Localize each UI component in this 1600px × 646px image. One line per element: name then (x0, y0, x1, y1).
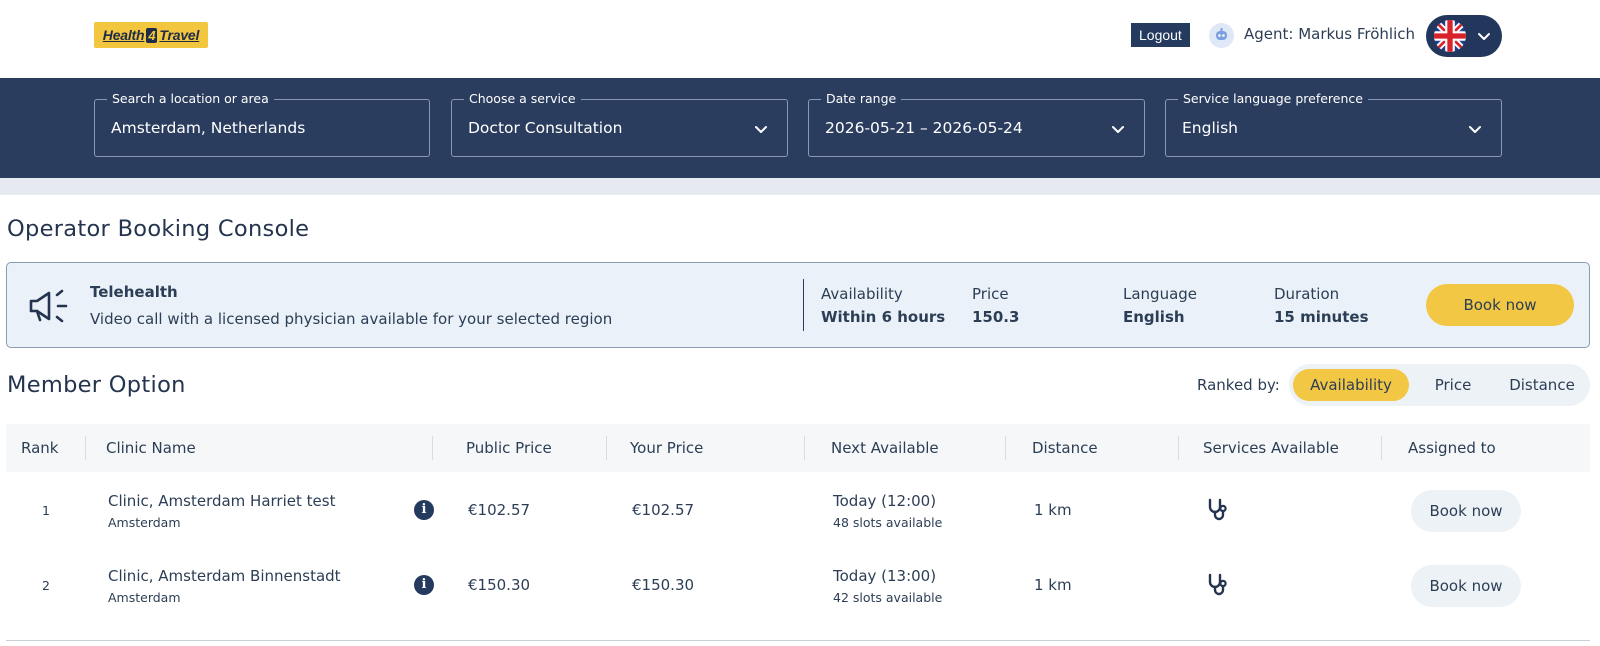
duration-value: 15 minutes (1274, 308, 1369, 326)
search-bar: Search a location or area Amsterdam, Net… (0, 78, 1600, 178)
clinic-name: Clinic, Amsterdam Binnenstadt (108, 567, 341, 585)
health4travel-logo[interactable]: Health 4 Travel (94, 22, 208, 48)
megaphone-icon (29, 289, 68, 323)
table-header: Rank Clinic Name Public Price Your Price… (6, 424, 1590, 472)
column-divider (432, 436, 433, 460)
column-header-distance[interactable]: Distance (1032, 439, 1098, 457)
service-select[interactable]: Choose a service Doctor Consultation (451, 91, 788, 157)
price-label: Price (972, 285, 1009, 303)
slots-available: 42 slots available (833, 590, 943, 605)
your-price: €102.57 (632, 501, 695, 519)
telehealth-book-now-button[interactable]: Book now (1426, 284, 1574, 326)
book-now-button[interactable]: Book now (1411, 490, 1521, 532)
logo-text-four: 4 (146, 27, 158, 43)
logout-button[interactable]: Logout (1131, 23, 1190, 47)
rank-by-availability[interactable]: Availability (1293, 369, 1409, 401)
duration-label: Duration (1274, 285, 1340, 303)
price-stat: Price 150.3 (972, 285, 1019, 326)
clinic-city: Amsterdam (108, 515, 181, 530)
top-header: Health 4 Travel Logout Agent: Markus Fröhl… (0, 0, 1600, 78)
service-label: Choose a service (464, 91, 581, 106)
info-icon[interactable]: i (414, 500, 434, 520)
column-header-clinic-name[interactable]: Clinic Name (106, 439, 196, 457)
rank-cell: 2 (42, 578, 50, 593)
date-range-value: 2026-05-21 – 2026-05-24 (825, 119, 1023, 137)
duration-stat: Duration 15 minutes (1274, 285, 1369, 326)
uk-flag-icon (1434, 20, 1466, 52)
location-search-input[interactable]: Search a location or area Amsterdam, Net… (94, 91, 430, 157)
column-header-services-available[interactable]: Services Available (1203, 439, 1339, 457)
stethoscope-icon (1208, 498, 1227, 521)
availability-value: Within 6 hours (821, 308, 946, 326)
column-header-assigned-to[interactable]: Assigned to (1408, 439, 1496, 457)
column-header-public-price[interactable]: Public Price (466, 439, 552, 457)
column-divider (1005, 436, 1006, 460)
date-range-label: Date range (821, 91, 902, 106)
rank-cell: 1 (42, 503, 50, 518)
column-divider (1381, 436, 1382, 460)
chevron-down-icon (1112, 126, 1124, 133)
column-header-next-available[interactable]: Next Available (831, 439, 939, 457)
logo-text-health: Health (102, 27, 145, 43)
location-value: Amsterdam, Netherlands (111, 119, 306, 137)
agent-avatar-icon (1209, 23, 1234, 48)
page-title: Operator Booking Console (7, 216, 310, 242)
chevron-down-icon (755, 126, 767, 133)
column-divider (85, 436, 86, 460)
clinic-name: Clinic, Amsterdam Harriet test (108, 492, 336, 510)
divider (803, 279, 804, 331)
telehealth-description: Video call with a licensed physician ava… (90, 310, 613, 328)
table-bottom-border (6, 640, 1590, 641)
column-divider (606, 436, 607, 460)
search-bar-shadow (0, 178, 1600, 195)
date-range-picker[interactable]: Date range 2026-05-21 – 2026-05-24 (808, 91, 1145, 157)
language-switcher[interactable] (1426, 15, 1502, 57)
language-label: Language (1123, 285, 1198, 303)
table-row[interactable]: 1 Clinic, Amsterdam Harriet test Amsterd… (6, 473, 1590, 547)
column-divider (804, 436, 805, 460)
language-value: English (1123, 308, 1185, 326)
next-available-time: Today (13:00) (833, 567, 937, 585)
member-option-title: Member Option (7, 372, 186, 398)
book-now-button[interactable]: Book now (1411, 565, 1521, 607)
language-stat: Language English (1123, 285, 1197, 326)
public-price: €102.57 (468, 501, 531, 519)
ranking-toggle: Availability Price Distance (1289, 364, 1590, 406)
location-label: Search a location or area (107, 91, 274, 106)
chevron-down-icon (1469, 126, 1481, 133)
ranked-by-label: Ranked by: (1197, 376, 1280, 394)
your-price: €150.30 (632, 576, 695, 594)
column-header-rank[interactable]: Rank (21, 439, 58, 457)
info-icon[interactable]: i (414, 575, 434, 595)
distance-value: 1 km (1034, 501, 1072, 519)
column-header-your-price[interactable]: Your Price (630, 439, 703, 457)
rank-by-distance[interactable]: Distance (1497, 369, 1587, 401)
rank-by-price[interactable]: Price (1409, 369, 1497, 401)
logo-text-travel: Travel (159, 27, 200, 43)
public-price: €150.30 (468, 576, 531, 594)
agent-name-label: Agent: Markus Fröhlich (1244, 25, 1415, 43)
telehealth-card: Telehealth Video call with a licensed ph… (6, 262, 1590, 348)
service-language-select[interactable]: Service language preference English (1165, 91, 1502, 157)
price-value: 150.3 (972, 308, 1020, 326)
next-available-time: Today (12:00) (833, 492, 937, 510)
distance-value: 1 km (1034, 576, 1072, 594)
slots-available: 48 slots available (833, 515, 943, 530)
clinic-city: Amsterdam (108, 590, 181, 605)
stethoscope-icon (1208, 573, 1227, 596)
service-value: Doctor Consultation (468, 119, 623, 137)
column-divider (1178, 436, 1179, 460)
telehealth-title: Telehealth (90, 283, 178, 301)
availability-stat: Availability Within 6 hours (821, 285, 945, 326)
service-language-label: Service language preference (1178, 91, 1368, 106)
service-language-value: English (1182, 119, 1238, 137)
table-row[interactable]: 2 Clinic, Amsterdam Binnenstadt Amsterda… (6, 548, 1590, 622)
chevron-down-icon (1478, 33, 1490, 40)
availability-label: Availability (821, 285, 903, 303)
